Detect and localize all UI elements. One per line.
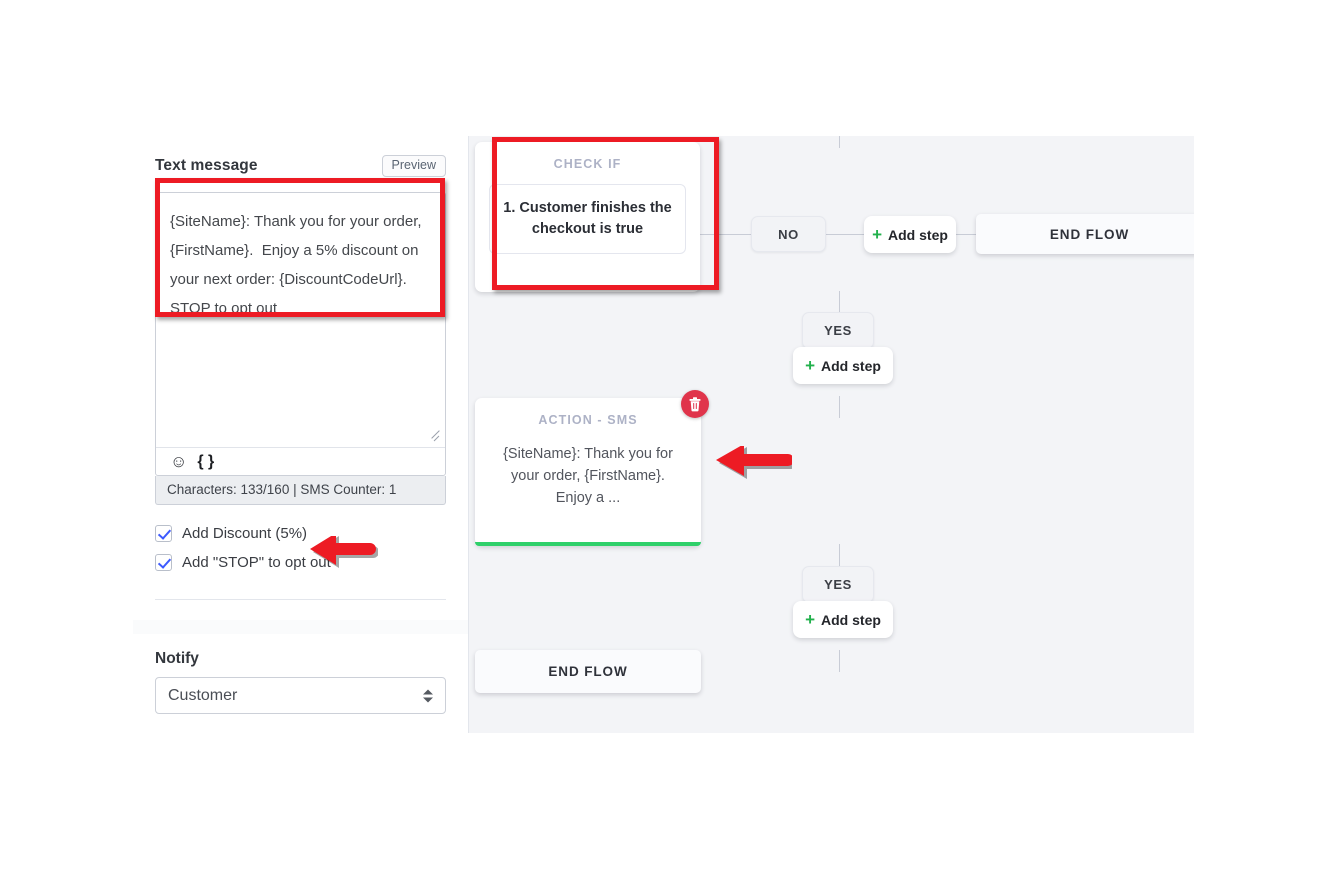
- end-flow-yes-branch[interactable]: END FLOW: [475, 650, 701, 693]
- textarea-toolbar: ☺ { }: [156, 447, 445, 475]
- branch-pill-no[interactable]: NO: [751, 216, 826, 252]
- connector-checkif-yes: [839, 291, 840, 313]
- add-step-label: Add step: [888, 227, 948, 243]
- node-check-if-condition[interactable]: 1. Customer finishes the checkout is tru…: [489, 184, 686, 254]
- checkbox-row-add-stop[interactable]: Add "STOP" to opt out: [155, 548, 446, 577]
- node-action-sms-header: ACTION - SMS: [475, 398, 701, 427]
- connector-top: [839, 136, 840, 148]
- message-textarea[interactable]: {SiteName}: Thank you for your order, {F…: [156, 193, 445, 449]
- branch-pill-yes-1[interactable]: YES: [802, 312, 874, 349]
- connector-addstep2-endflow: [839, 650, 840, 672]
- plus-icon: +: [805, 611, 815, 628]
- checkbox-add-discount[interactable]: [155, 525, 172, 542]
- page-title: Text message: [155, 157, 258, 175]
- step-settings-panel: Text message Preview {SiteName}: Thank y…: [133, 136, 469, 733]
- panel-divider: [155, 599, 446, 600]
- node-status-bar: [475, 542, 701, 546]
- sms-options-list: Add Discount (5%) Add "STOP" to opt out: [155, 519, 446, 577]
- checkbox-label-add-stop: Add "STOP" to opt out: [182, 554, 331, 571]
- end-flow-no-branch[interactable]: END FLOW: [976, 214, 1194, 254]
- add-step-button-no-branch[interactable]: + Add step: [864, 216, 956, 253]
- connector-checkif-no: [692, 234, 752, 235]
- add-step-button-yes-branch-1[interactable]: + Add step: [793, 347, 893, 384]
- node-action-sms[interactable]: ACTION - SMS {SiteName}: Thank you for y…: [475, 398, 701, 546]
- add-step-label: Add step: [821, 612, 881, 628]
- checkbox-row-add-discount[interactable]: Add Discount (5%): [155, 519, 446, 548]
- merge-tag-icon[interactable]: { }: [197, 454, 214, 470]
- plus-icon: +: [805, 357, 815, 374]
- notify-select-value: Customer: [168, 687, 237, 705]
- chevron-updown-icon[interactable]: [423, 689, 433, 702]
- connector-addstep-sms: [839, 396, 840, 418]
- trash-icon[interactable]: [681, 390, 709, 418]
- character-counter: Characters: 133/160 | SMS Counter: 1: [155, 476, 446, 505]
- text-message-card: Text message Preview {SiteName}: Thank y…: [133, 136, 468, 620]
- message-textarea-wrapper: {SiteName}: Thank you for your order, {F…: [155, 192, 446, 476]
- emoji-icon[interactable]: ☺: [170, 453, 187, 470]
- node-check-if-header: CHECK IF: [475, 142, 700, 171]
- node-check-if[interactable]: CHECK IF 1. Customer finishes the checko…: [475, 142, 700, 292]
- notify-select[interactable]: Customer: [155, 677, 446, 714]
- panel-gap: [133, 620, 468, 634]
- connector-sms-yes2: [839, 544, 840, 566]
- textarea-resize-handle[interactable]: [429, 430, 442, 443]
- notify-title: Notify: [155, 634, 446, 668]
- node-action-sms-preview: {SiteName}: Thank you for your order, {F…: [475, 427, 701, 527]
- flow-canvas: CHECK IF 1. Customer finishes the checko…: [469, 136, 1194, 733]
- notify-card: Notify Customer: [133, 634, 468, 714]
- text-message-header: Text message Preview: [155, 150, 446, 182]
- checkbox-label-add-discount: Add Discount (5%): [182, 525, 307, 542]
- branch-pill-yes-2[interactable]: YES: [802, 566, 874, 603]
- checkbox-add-stop[interactable]: [155, 554, 172, 571]
- flow-builder-app: Text message Preview {SiteName}: Thank y…: [133, 136, 1194, 733]
- add-step-label: Add step: [821, 358, 881, 374]
- preview-button[interactable]: Preview: [382, 155, 446, 178]
- connector-no-addstep: [825, 234, 865, 235]
- add-step-button-yes-branch-2[interactable]: + Add step: [793, 601, 893, 638]
- plus-icon: +: [872, 226, 882, 243]
